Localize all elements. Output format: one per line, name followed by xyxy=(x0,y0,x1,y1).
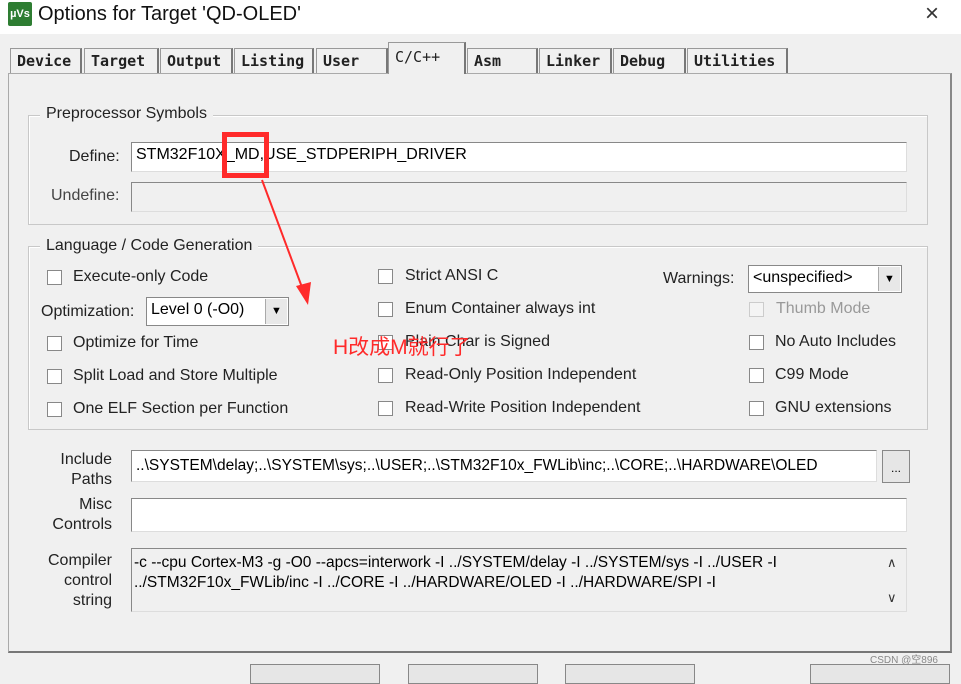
watermark: CSDN @空896 xyxy=(870,655,938,666)
arrow-head xyxy=(296,282,311,305)
annotation-text: H改成M就行了 xyxy=(333,336,471,359)
annotation-arrow xyxy=(261,179,311,305)
arrow-shaft xyxy=(261,179,304,291)
tab-cpp[interactable]: C/C++ xyxy=(388,42,466,74)
